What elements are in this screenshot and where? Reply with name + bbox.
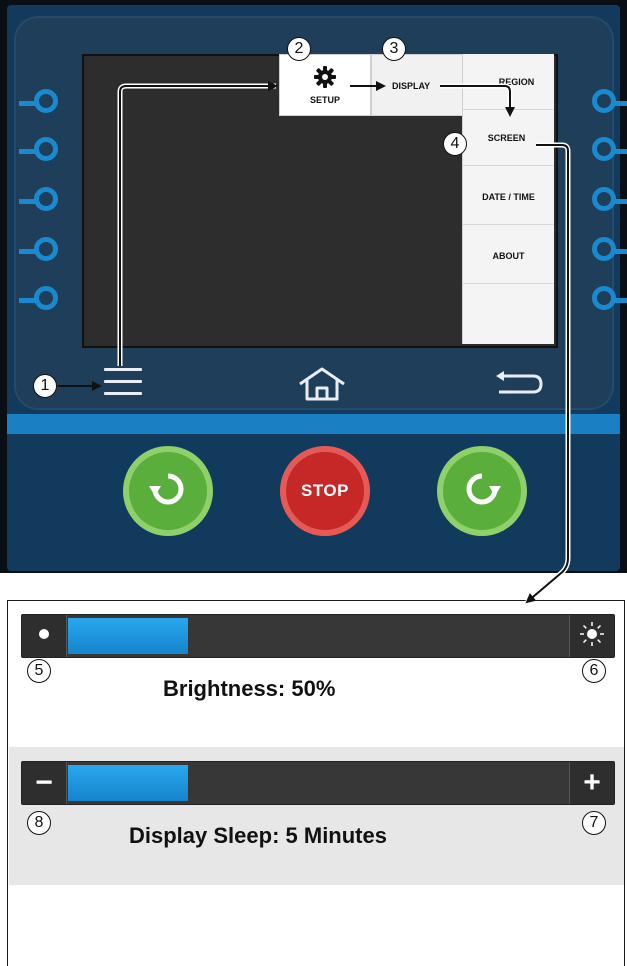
callout-arrows <box>58 81 571 604</box>
callout-8: 8 <box>27 811 51 835</box>
callout-1: 1 <box>33 374 57 398</box>
callout-7: 7 <box>582 811 606 835</box>
callout-5: 5 <box>27 659 51 683</box>
callout-3: 3 <box>382 37 406 61</box>
callout-4: 4 <box>443 132 467 156</box>
callout-6: 6 <box>582 659 606 683</box>
callout-2: 2 <box>287 37 311 61</box>
